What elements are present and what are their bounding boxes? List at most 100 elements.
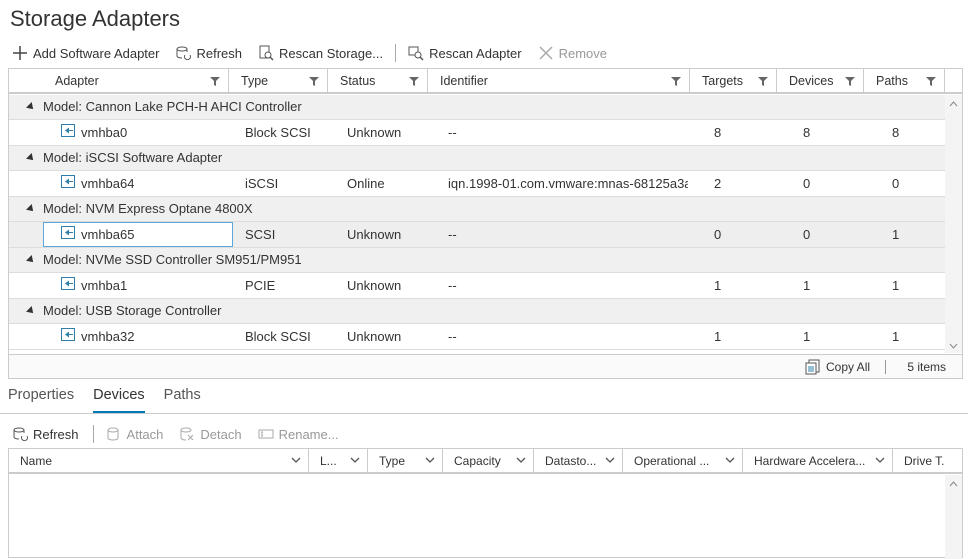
rescan-storage-button[interactable]: Rescan Storage... (258, 45, 383, 61)
devices-refresh-label: Refresh (33, 426, 79, 442)
adapters-grid-footer: Copy All 5 items (9, 354, 962, 378)
devices-refresh-button[interactable]: Refresh (12, 426, 79, 442)
devices-grid: Name L... Type Capacity Datasto... Opera… (8, 448, 963, 559)
rescan-adapter-icon (408, 45, 424, 61)
column-datastore[interactable]: Datasto... (534, 449, 623, 474)
column-drive-type-label: Drive T. (904, 454, 945, 468)
collapse-toggle-icon[interactable] (26, 153, 36, 163)
collapse-toggle-icon[interactable] (26, 102, 36, 112)
column-type[interactable]: Type (368, 449, 443, 474)
column-identifier[interactable]: Identifier (428, 69, 690, 94)
rescan-adapter-button[interactable]: Rescan Adapter (408, 45, 522, 61)
group-row[interactable]: Model: NVMe SSD Controller SM951/PM951 (9, 248, 945, 273)
chevron-down-icon[interactable] (291, 455, 301, 465)
table-row-selected[interactable]: vmhba65 SCSI Unknown -- 0 0 1 (9, 222, 945, 248)
filter-icon[interactable] (758, 76, 768, 86)
adapter-paths: 1 (892, 227, 900, 242)
chevron-up-icon[interactable] (949, 481, 958, 487)
column-capacity-label: Capacity (454, 454, 501, 468)
column-drive-type[interactable]: Drive T. (893, 449, 962, 474)
collapse-toggle-icon[interactable] (26, 255, 36, 265)
adapter-devices: 1 (803, 329, 811, 344)
group-label: Model: NVMe SSD Controller SM951/PM951 (43, 252, 302, 267)
detach-icon (179, 426, 195, 442)
table-row[interactable]: vmhba32 Block SCSI Unknown -- 1 1 1 (9, 324, 945, 350)
adapter-name: vmhba65 (81, 227, 135, 242)
adapter-name: vmhba64 (81, 176, 135, 191)
rename-button[interactable]: Rename... (258, 426, 339, 442)
filter-icon[interactable] (409, 76, 419, 86)
detach-button[interactable]: Detach (179, 426, 242, 442)
group-label: Model: USB Storage Controller (43, 303, 222, 318)
group-row[interactable]: Model: Cannon Lake PCH-H AHCI Controller (9, 95, 945, 120)
column-adapter[interactable]: Adapter (43, 69, 229, 94)
adapter-targets: 1 (714, 329, 722, 344)
tabs-divider (0, 413, 968, 414)
chevron-down-icon[interactable] (949, 343, 958, 349)
hba-icon (61, 124, 75, 137)
refresh-button[interactable]: Refresh (175, 45, 242, 61)
column-type[interactable]: Type (229, 69, 328, 94)
hba-icon (61, 226, 75, 239)
remove-label: Remove (558, 45, 608, 61)
adapter-targets: 0 (714, 227, 722, 242)
adapter-status: Unknown (347, 278, 402, 293)
chevron-down-icon[interactable] (425, 455, 435, 465)
filter-icon[interactable] (845, 76, 855, 86)
collapse-toggle-icon[interactable] (26, 204, 36, 214)
column-paths[interactable]: Paths (864, 69, 945, 94)
column-devices-label: Devices (789, 74, 834, 88)
column-devices[interactable]: Devices (777, 69, 864, 94)
column-status[interactable]: Status (328, 69, 428, 94)
adapter-devices: 1 (803, 278, 811, 293)
adapter-name: vmhba32 (81, 329, 135, 344)
rename-icon (258, 426, 274, 442)
column-type-label: Type (241, 74, 269, 88)
adapter-paths: 1 (892, 278, 900, 293)
attach-button[interactable]: Attach (106, 426, 163, 442)
add-software-adapter-button[interactable]: Add Software Adapter (12, 45, 159, 61)
devices-toolbar: Refresh Attach Detach Rename... (12, 424, 355, 444)
hba-icon (61, 277, 75, 290)
chevron-down-icon[interactable] (605, 455, 615, 465)
devices-grid-scrollbar[interactable] (945, 475, 962, 559)
column-lun[interactable]: L... (309, 449, 368, 474)
tab-devices[interactable]: Devices (93, 387, 145, 414)
filter-icon[interactable] (309, 76, 319, 86)
remove-button[interactable]: Remove (538, 45, 607, 61)
filter-icon[interactable] (926, 76, 936, 86)
table-row[interactable]: vmhba0 Block SCSI Unknown -- 8 8 8 (9, 120, 945, 146)
chevron-up-icon[interactable] (949, 101, 958, 107)
chevron-down-icon[interactable] (875, 455, 885, 465)
column-targets[interactable]: Targets (690, 69, 777, 94)
group-row[interactable]: Model: USB Storage Controller (9, 299, 945, 324)
tab-paths[interactable]: Paths (164, 387, 201, 414)
table-row[interactable]: vmhba1 PCIE Unknown -- 1 1 1 (9, 273, 945, 299)
column-adapter-label: Adapter (55, 74, 99, 88)
refresh-icon (12, 426, 28, 442)
group-label: Model: Cannon Lake PCH-H AHCI Controller (43, 99, 302, 114)
column-operational-state[interactable]: Operational ... (623, 449, 743, 474)
filter-icon[interactable] (210, 76, 220, 86)
rescan-storage-label: Rescan Storage... (279, 45, 384, 61)
group-row[interactable]: Model: NVM Express Optane 4800X (9, 197, 945, 222)
copy-all-button[interactable]: Copy All (805, 359, 870, 375)
adapter-identifier: -- (448, 278, 457, 293)
tab-properties[interactable]: Properties (8, 387, 74, 414)
collapse-toggle-icon[interactable] (26, 306, 36, 316)
column-hardware-acceleration[interactable]: Hardware Accelera... (743, 449, 893, 474)
adapters-grid-scrollbar[interactable] (945, 95, 962, 353)
item-count: 5 items (907, 360, 946, 374)
column-name[interactable]: Name (9, 449, 309, 474)
chevron-down-icon[interactable] (350, 455, 360, 465)
chevron-down-icon[interactable] (516, 455, 526, 465)
adapter-identifier: iqn.1998-01.com.vmware:mnas-68125a3a (448, 176, 688, 191)
adapter-devices: 0 (803, 227, 811, 242)
filter-icon[interactable] (671, 76, 681, 86)
column-identifier-label: Identifier (440, 74, 488, 88)
rescan-adapter-label: Rescan Adapter (429, 45, 522, 61)
group-row[interactable]: Model: iSCSI Software Adapter (9, 146, 945, 171)
column-capacity[interactable]: Capacity (443, 449, 534, 474)
chevron-down-icon[interactable] (725, 455, 735, 465)
table-row[interactable]: vmhba64 iSCSI Online iqn.1998-01.com.vmw… (9, 171, 945, 197)
